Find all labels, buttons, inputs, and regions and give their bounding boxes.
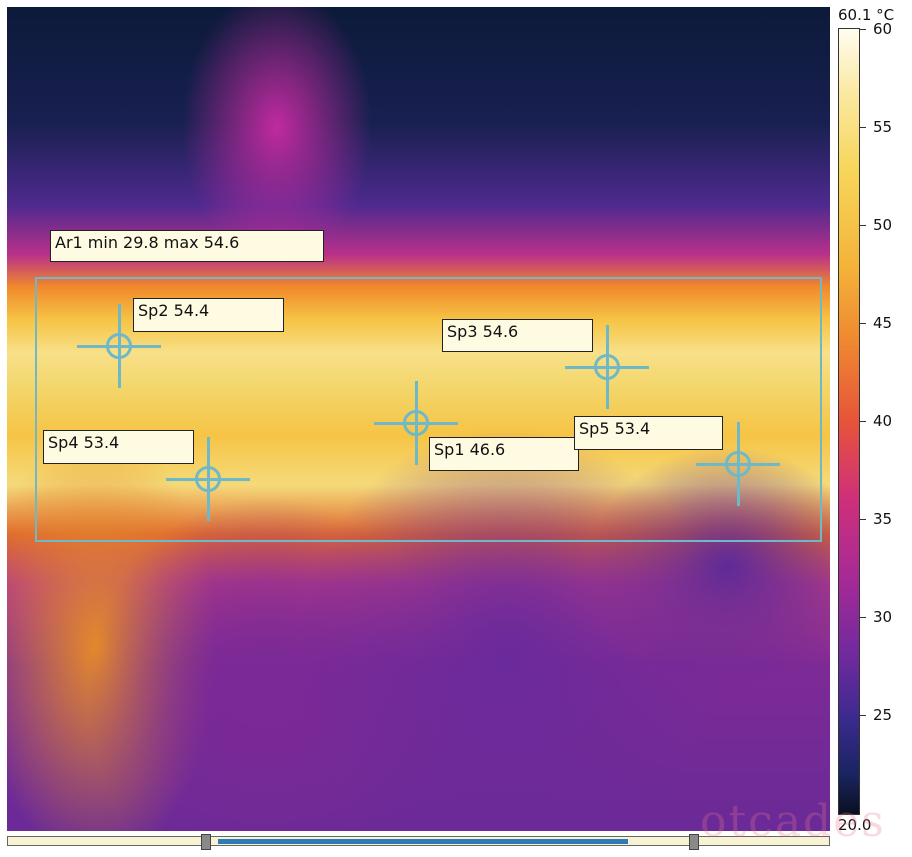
scale-tick-label: 50 [873, 216, 893, 234]
scale-tick [860, 519, 866, 520]
watermark: otcades [700, 796, 886, 847]
scale-tick [860, 127, 866, 128]
spot-sp4-label: Sp4 53.4 [43, 430, 194, 464]
scale-tick [860, 715, 866, 716]
scale-tick-label: 45 [873, 314, 893, 332]
range-slider-right-handle[interactable] [689, 834, 699, 850]
range-slider-selection[interactable] [218, 839, 628, 844]
scale-tick-label: 30 [873, 608, 893, 626]
area-ar1-label: Ar1 min 29.8 max 54.6 [50, 230, 324, 262]
scale-tick [860, 29, 866, 30]
spot-sp1-label: Sp1 46.6 [429, 437, 579, 471]
spot-sp5-label: Sp5 53.4 [574, 416, 723, 450]
range-slider-left-handle[interactable] [201, 834, 211, 850]
color-scale-bar[interactable] [838, 28, 860, 815]
scale-tick-label: 55 [873, 118, 893, 136]
scale-tick-label: 35 [873, 510, 893, 528]
spot-sp3-label: Sp3 54.6 [442, 319, 593, 352]
scale-tick-label: 40 [873, 412, 893, 430]
scale-tick [860, 617, 866, 618]
spot-sp2-label: Sp2 54.4 [133, 298, 284, 332]
scale-tick [860, 225, 866, 226]
scale-tick-label: 60 [873, 20, 893, 38]
scale-tick [860, 421, 866, 422]
scale-tick-label: 25 [873, 706, 893, 724]
scale-tick [860, 323, 866, 324]
